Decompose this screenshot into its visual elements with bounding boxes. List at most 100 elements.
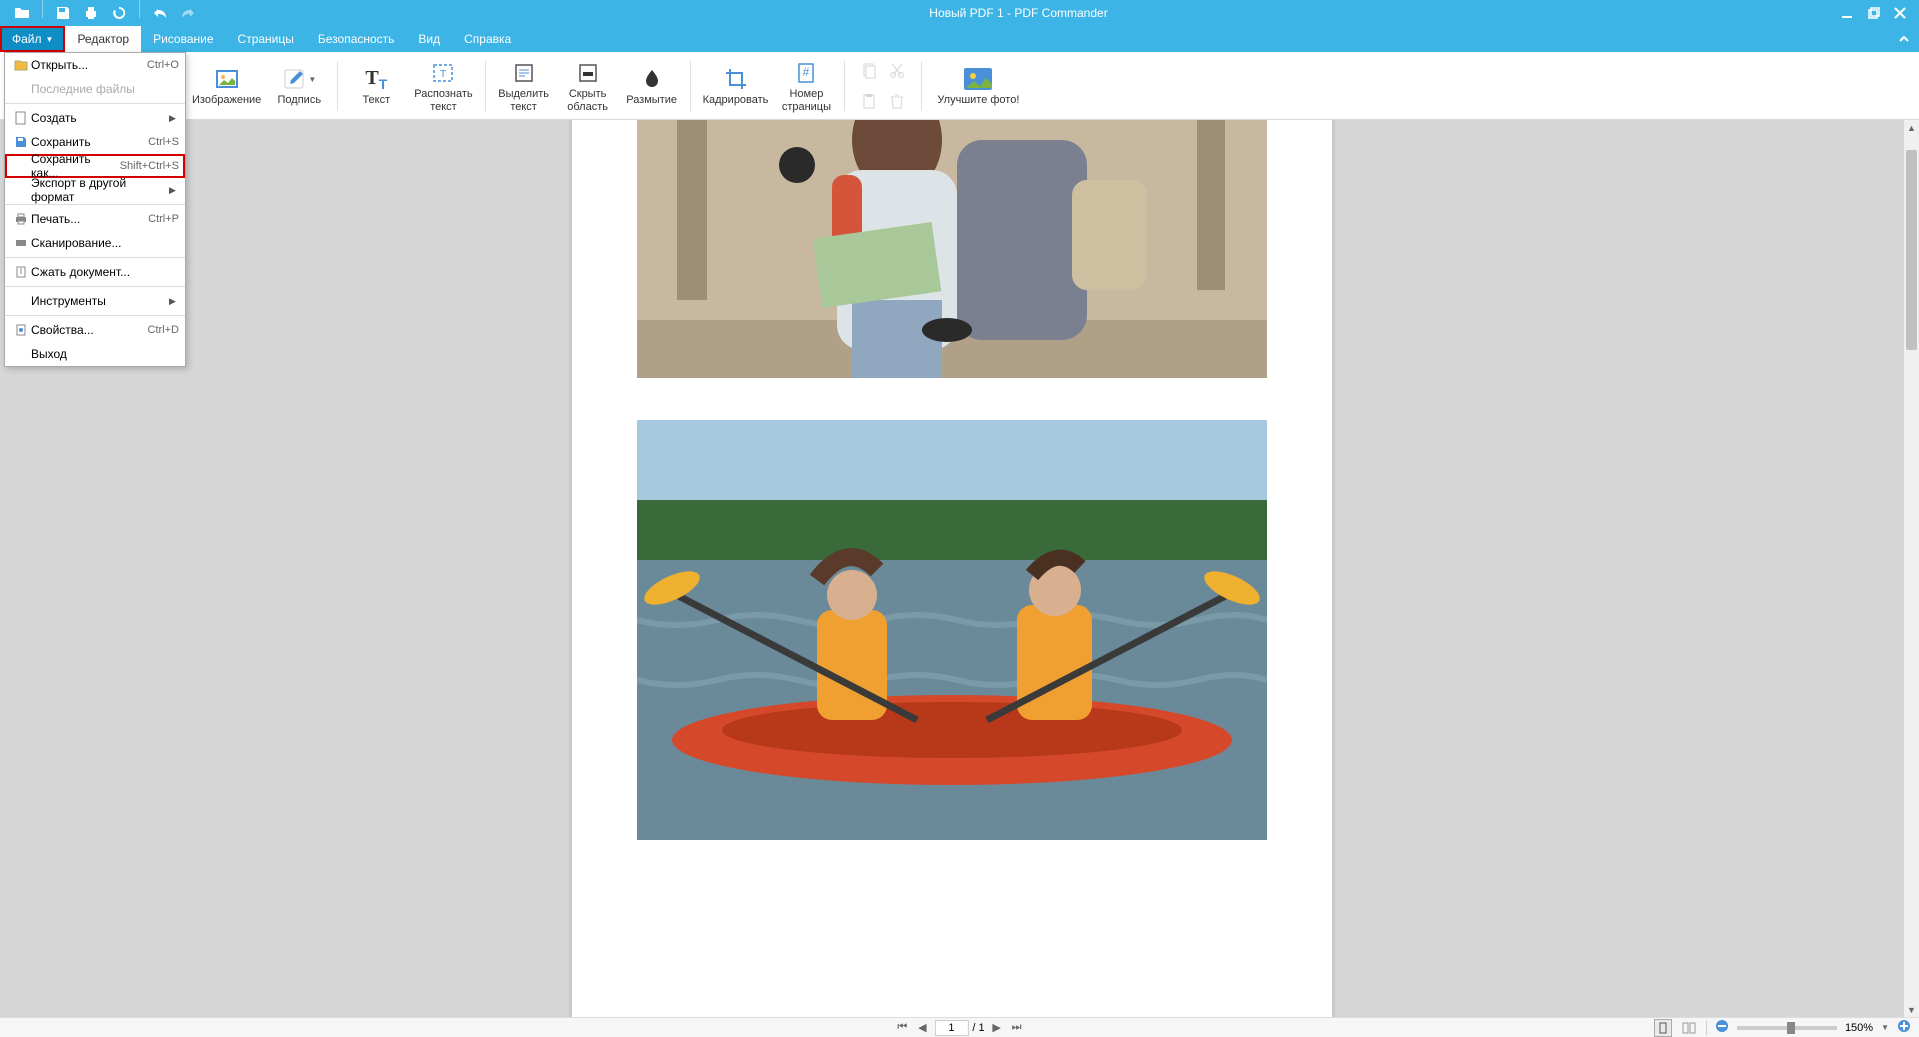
zoom-in-button[interactable]	[1897, 1019, 1911, 1036]
menu-separator	[5, 204, 185, 205]
menu-view[interactable]: Вид	[406, 26, 452, 52]
image-button[interactable]: Изображение	[186, 56, 267, 116]
single-page-view-button[interactable]	[1654, 1019, 1672, 1037]
page-number-icon: #	[794, 58, 818, 88]
hide-area-icon	[576, 58, 600, 88]
menu-print[interactable]: Печать... Ctrl+P	[5, 207, 185, 231]
menu-compress[interactable]: Сжать документ...	[5, 260, 185, 284]
menu-scan[interactable]: Сканирование...	[5, 231, 185, 255]
menu-editor-label: Редактор	[77, 32, 129, 46]
menu-compress-label: Сжать документ...	[31, 265, 179, 279]
menu-tools-label: Инструменты	[31, 294, 169, 308]
delete-button[interactable]	[883, 86, 911, 116]
image-icon	[215, 64, 239, 94]
submenu-arrow-icon: ▶	[169, 185, 179, 196]
zoom-slider-handle[interactable]	[1787, 1022, 1795, 1034]
zoom-dropdown-icon[interactable]: ▼	[1881, 1023, 1889, 1032]
menu-file-label: Файл	[12, 32, 42, 46]
crop-button[interactable]: Кадрировать	[697, 56, 775, 116]
zoom-out-button[interactable]	[1715, 1019, 1729, 1036]
copy-button[interactable]	[855, 56, 883, 86]
collapse-ribbon-button[interactable]	[1889, 26, 1919, 52]
save-button[interactable]	[49, 0, 77, 26]
crop-icon	[724, 64, 748, 94]
scrollbar-thumb[interactable]	[1906, 150, 1917, 350]
menu-open-label: Открыть...	[31, 58, 147, 72]
hide-area-button[interactable]: Скрыть область	[556, 56, 620, 116]
redo-button[interactable]	[174, 0, 202, 26]
separator	[921, 61, 922, 111]
scan-icon	[11, 236, 31, 250]
menu-help[interactable]: Справка	[452, 26, 523, 52]
select-text-button[interactable]: Выделить текст	[492, 56, 556, 116]
menu-open-shortcut: Ctrl+O	[147, 59, 179, 71]
menu-drawing[interactable]: Рисование	[141, 26, 225, 52]
vertical-scrollbar[interactable]: ▲ ▼	[1904, 120, 1919, 1017]
menu-save[interactable]: Сохранить Ctrl+S	[5, 130, 185, 154]
enhance-photo-button[interactable]: Улучшите фото!	[928, 56, 1028, 116]
two-page-view-button[interactable]	[1680, 1019, 1698, 1037]
menu-save-as-shortcut: Shift+Ctrl+S	[120, 160, 179, 172]
statusbar: ⏮ ◀ / 1 ▶ ⏭ 150% ▼	[0, 1017, 1919, 1037]
menu-export[interactable]: Экспорт в другой формат ▶	[5, 178, 185, 202]
compress-icon	[11, 265, 31, 279]
quick-access-toolbar	[0, 0, 202, 26]
ocr-label: Распознать текст	[414, 88, 472, 112]
menu-security[interactable]: Безопасность	[306, 26, 407, 52]
text-button[interactable]: TT Текст	[344, 56, 408, 116]
menu-create[interactable]: Создать ▶	[5, 106, 185, 130]
menu-editor[interactable]: Редактор	[65, 26, 141, 52]
save-icon	[11, 135, 31, 149]
menu-tools[interactable]: Инструменты ▶	[5, 289, 185, 313]
submenu-arrow-icon: ▶	[169, 113, 179, 124]
image-label: Изображение	[192, 94, 261, 106]
zoom-slider[interactable]	[1737, 1026, 1837, 1030]
minimize-button[interactable]	[1835, 0, 1861, 26]
print-button[interactable]	[77, 0, 105, 26]
signature-button[interactable]: ▼ Подпись	[267, 56, 331, 116]
menu-open[interactable]: Открыть... Ctrl+O	[5, 53, 185, 77]
file-dropdown-menu: Открыть... Ctrl+O Последние файлы Создат…	[4, 52, 186, 367]
document-canvas[interactable]	[0, 120, 1904, 1017]
menu-scan-label: Сканирование...	[31, 236, 179, 250]
blur-button[interactable]: Размытие	[620, 56, 684, 116]
menu-pages[interactable]: Страницы	[226, 26, 306, 52]
pdf-page	[572, 120, 1332, 1017]
paste-button[interactable]	[855, 86, 883, 116]
menu-properties[interactable]: Свойства... Ctrl+D	[5, 318, 185, 342]
properties-icon	[11, 323, 31, 337]
menu-exit-label: Выход	[31, 347, 179, 361]
ocr-icon: T	[431, 58, 455, 88]
prev-page-button[interactable]: ◀	[914, 1021, 930, 1034]
restore-button[interactable]	[1861, 0, 1887, 26]
separator	[42, 0, 43, 18]
menu-save-label: Сохранить	[31, 135, 148, 149]
undo-button[interactable]	[146, 0, 174, 26]
menu-exit[interactable]: Выход	[5, 342, 185, 366]
menu-file[interactable]: Файл▼	[0, 26, 65, 52]
open-icon	[11, 58, 31, 72]
page-input[interactable]	[934, 1020, 968, 1036]
print-icon	[11, 212, 31, 226]
scroll-down-button[interactable]: ▼	[1904, 1002, 1919, 1017]
page-number-button[interactable]: # Номер страницы	[774, 56, 838, 116]
first-page-button[interactable]: ⏮	[894, 1021, 910, 1034]
clipboard-group	[851, 56, 915, 116]
enhance-photo-icon	[964, 64, 992, 94]
rotate-button[interactable]	[105, 0, 133, 26]
open-file-button[interactable]	[8, 0, 36, 26]
menu-save-as[interactable]: Сохранить как... Shift+Ctrl+S	[5, 154, 185, 178]
menu-view-label: Вид	[418, 32, 440, 46]
cut-button[interactable]	[883, 56, 911, 86]
next-page-button[interactable]: ▶	[989, 1021, 1005, 1034]
last-page-button[interactable]: ⏭	[1009, 1021, 1025, 1034]
page-navigator: ⏮ ◀ / 1 ▶ ⏭	[894, 1020, 1024, 1036]
document-image-2	[637, 420, 1267, 840]
menu-drawing-label: Рисование	[153, 32, 213, 46]
ocr-button[interactable]: T Распознать текст	[408, 56, 478, 116]
close-button[interactable]	[1887, 0, 1913, 26]
scroll-up-button[interactable]: ▲	[1904, 120, 1919, 135]
menu-print-shortcut: Ctrl+P	[148, 213, 179, 225]
separator	[690, 61, 691, 111]
submenu-arrow-icon: ▶	[169, 296, 179, 307]
